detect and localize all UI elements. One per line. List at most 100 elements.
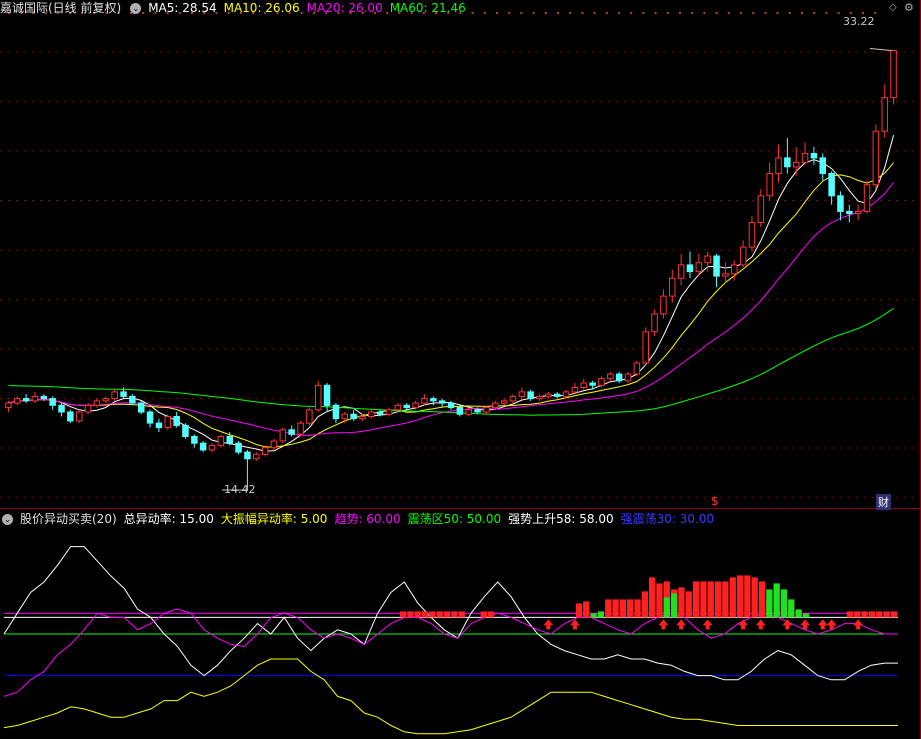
oscillator-line [3, 608, 898, 697]
grid-dot [752, 12, 755, 14]
candle-body [784, 157, 791, 168]
candle-body [660, 295, 667, 315]
candle-body [686, 264, 694, 273]
candle-body [492, 402, 499, 409]
grid-dot [849, 12, 852, 14]
signal-bar-green [663, 597, 670, 618]
signal-bar-red [700, 581, 707, 618]
candle-body [421, 398, 428, 404]
ma5-label: MA5: 28.54 [148, 1, 217, 15]
candle-body [748, 222, 756, 248]
candle-body [571, 387, 579, 393]
signal-bar-red [436, 611, 443, 618]
signal-bar-red [890, 611, 897, 618]
buy-arrow-icon [782, 619, 793, 630]
grid-dot [569, 12, 572, 14]
gear-icon[interactable]: ⚙ [904, 1, 914, 14]
candle-body [208, 444, 216, 451]
candle-body [545, 393, 552, 397]
signal-bar-red [451, 611, 458, 618]
param-strong-oscillation: 强震荡30: 30.00 [620, 512, 715, 526]
signal-bar-red [707, 581, 714, 618]
signal-bar-red [744, 575, 751, 618]
candle-body [633, 362, 641, 375]
candle-body [881, 97, 888, 132]
chevron-down-icon[interactable]: ⌄ [130, 2, 142, 14]
candle-body [739, 246, 747, 266]
candle-body [438, 400, 446, 404]
signal-bar-red [422, 611, 429, 618]
candle-body [102, 398, 109, 402]
candle-body [332, 404, 340, 420]
candle-body [31, 395, 39, 402]
ma60-line [8, 307, 894, 416]
grid-dot [727, 12, 730, 14]
candle-body [828, 173, 835, 197]
signal-bar-green [795, 609, 802, 618]
candle-body [430, 398, 437, 402]
candle-body [58, 404, 65, 413]
high-pointer [869, 48, 892, 52]
signal-bar-red [876, 611, 883, 618]
grid-dot [703, 12, 706, 14]
candle-body [253, 453, 260, 460]
candle-body [580, 382, 587, 388]
buy-arrow-icon [702, 619, 713, 630]
candle-body [191, 436, 198, 444]
candle-body [394, 404, 402, 411]
candle-body [403, 404, 410, 408]
price-annotations [222, 48, 892, 491]
indicator-title[interactable]: 股价异动买卖(20) [20, 511, 117, 527]
param-oscillation-zone: 震荡区50: 50.00 [407, 512, 502, 526]
chevron-down-icon[interactable]: ⌄ [2, 513, 13, 525]
signal-bar-red [861, 611, 868, 618]
signal-bar-red [854, 611, 861, 618]
candle-body [226, 436, 233, 444]
finance-marker[interactable]: 财 [876, 494, 891, 510]
price-grid [0, 12, 918, 498]
grid-dot [740, 12, 742, 14]
grid-dot [630, 12, 633, 14]
candle-body [793, 161, 800, 168]
candle-body [518, 391, 526, 397]
signal-bar-red [612, 599, 619, 618]
signal-bar-red [619, 599, 626, 618]
signal-bar-red [868, 611, 875, 618]
signal-bar-green [780, 589, 788, 618]
grid-dot [788, 12, 791, 14]
ma20-label: MA20: 26.00 [306, 1, 383, 15]
candle-body [704, 255, 711, 264]
dividend-marker[interactable]: $ [711, 494, 719, 508]
candle-body [527, 391, 534, 400]
signal-bar-red [729, 577, 736, 618]
candle-body [775, 157, 782, 174]
candle-body [173, 416, 180, 426]
candle-body [837, 195, 844, 212]
signal-bar-red [583, 601, 590, 618]
candle-body [863, 184, 871, 212]
candle-body [562, 391, 570, 397]
grid-dot [605, 12, 608, 14]
candle-body [810, 153, 818, 159]
candle-body [323, 384, 331, 406]
candle-body [465, 409, 472, 415]
buy-arrow-icon [543, 619, 554, 630]
grid-dot [825, 12, 828, 14]
candle-body [554, 393, 561, 397]
candle-body [129, 395, 136, 404]
oscillator-lines [3, 546, 898, 735]
buy-arrow-icon [658, 619, 669, 630]
indicator-header: ⌄ 股价异动买卖(20) 总异动率: 15.00 大振幅异动率: 5.00 趋势… [0, 511, 714, 527]
grid-dot [776, 12, 779, 14]
candle-body [111, 391, 118, 400]
diamond-icon[interactable]: ◇ [889, 2, 897, 13]
grid-dot [666, 12, 669, 14]
signal-bar-red [400, 611, 407, 618]
panel-separator [0, 508, 921, 509]
high-price-label: 33.22 [843, 15, 875, 28]
candle-body [93, 400, 101, 406]
signal-bar-red [634, 599, 641, 618]
main-chart-header: 嘉诚国际(日线 前复权) ⌄ MA5: 28.54 MA10: 26.06 MA… [0, 0, 466, 16]
candle-body [297, 422, 304, 435]
candle-body [199, 442, 207, 451]
